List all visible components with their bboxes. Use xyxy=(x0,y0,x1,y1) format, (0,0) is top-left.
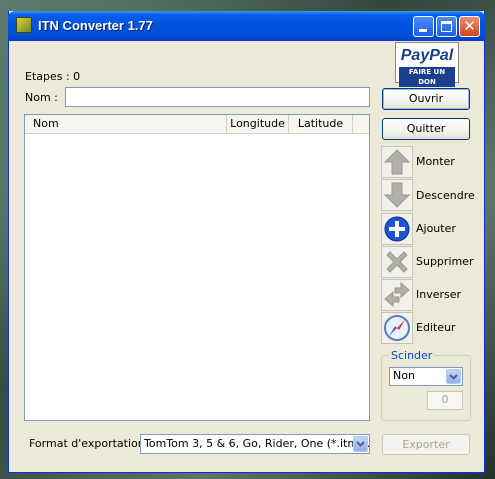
title-bar[interactable]: ITN Converter 1.77 ✕ xyxy=(8,11,485,41)
split-dropdown-arrow[interactable] xyxy=(446,369,461,384)
split-groupbox xyxy=(381,355,471,421)
split-selected-value: Non xyxy=(393,369,415,382)
maximize-button[interactable] xyxy=(436,16,457,37)
list-header: Nom Longitude Latitude xyxy=(25,115,369,134)
column-header-longitude[interactable]: Longitude xyxy=(227,115,289,133)
compass-icon xyxy=(381,312,413,344)
move-down-button[interactable] xyxy=(381,179,413,211)
quit-button[interactable]: Quitter xyxy=(382,118,470,140)
export-format-value: TomTom 3, 5 & 6, Go, Rider, One (*.itn, … xyxy=(144,437,370,450)
paypal-logo: PayPal xyxy=(400,47,454,64)
minimize-icon xyxy=(419,29,427,32)
swap-arrows-icon xyxy=(381,279,413,311)
minimize-button[interactable] xyxy=(413,16,434,37)
reverse-label: Inverser xyxy=(416,288,462,301)
delete-label: Supprimer xyxy=(416,255,474,268)
export-format-select[interactable]: TomTom 3, 5 & 6, Go, Rider, One (*.itn, … xyxy=(140,434,370,454)
column-header-latitude[interactable]: Latitude xyxy=(289,115,353,133)
split-select[interactable]: Non xyxy=(389,367,463,386)
reverse-button[interactable] xyxy=(381,279,413,311)
waypoint-list[interactable]: Nom Longitude Latitude xyxy=(24,114,370,421)
export-button[interactable]: Exporter xyxy=(382,434,470,455)
etapes-count-label: Etapes : 0 xyxy=(25,70,81,83)
window-title: ITN Converter 1.77 xyxy=(38,18,153,33)
arrow-down-icon xyxy=(381,179,413,211)
open-button[interactable]: Ouvrir xyxy=(382,88,470,110)
paypal-donate-button[interactable]: PayPal FAIRE UN DON xyxy=(395,42,459,87)
name-label: Nom : xyxy=(25,91,58,104)
move-up-label: Monter xyxy=(416,155,455,168)
add-button[interactable] xyxy=(381,213,413,245)
paypal-tagline: FAIRE UN DON xyxy=(399,67,455,87)
split-count-input[interactable]: 0 xyxy=(427,391,463,410)
plus-icon xyxy=(381,213,413,245)
delete-button[interactable] xyxy=(381,246,413,278)
close-icon: ✕ xyxy=(463,17,476,35)
maximize-icon xyxy=(441,21,452,32)
arrow-up-icon xyxy=(381,146,413,178)
editor-button[interactable] xyxy=(381,312,413,344)
app-icon xyxy=(16,17,32,33)
name-input[interactable] xyxy=(65,87,370,107)
split-group-title: Scinder xyxy=(389,349,435,362)
close-button[interactable]: ✕ xyxy=(459,16,480,37)
delete-x-icon xyxy=(381,246,413,278)
move-up-button[interactable] xyxy=(381,146,413,178)
column-header-nom[interactable]: Nom xyxy=(25,115,227,133)
chevron-down-icon xyxy=(356,441,365,447)
move-down-label: Descendre xyxy=(416,189,475,202)
export-format-label: Format d'exportation : xyxy=(29,437,152,450)
chevron-down-icon xyxy=(449,374,458,380)
add-label: Ajouter xyxy=(416,222,456,235)
export-format-dropdown-arrow[interactable] xyxy=(353,436,368,452)
editor-label: Editeur xyxy=(416,321,456,334)
